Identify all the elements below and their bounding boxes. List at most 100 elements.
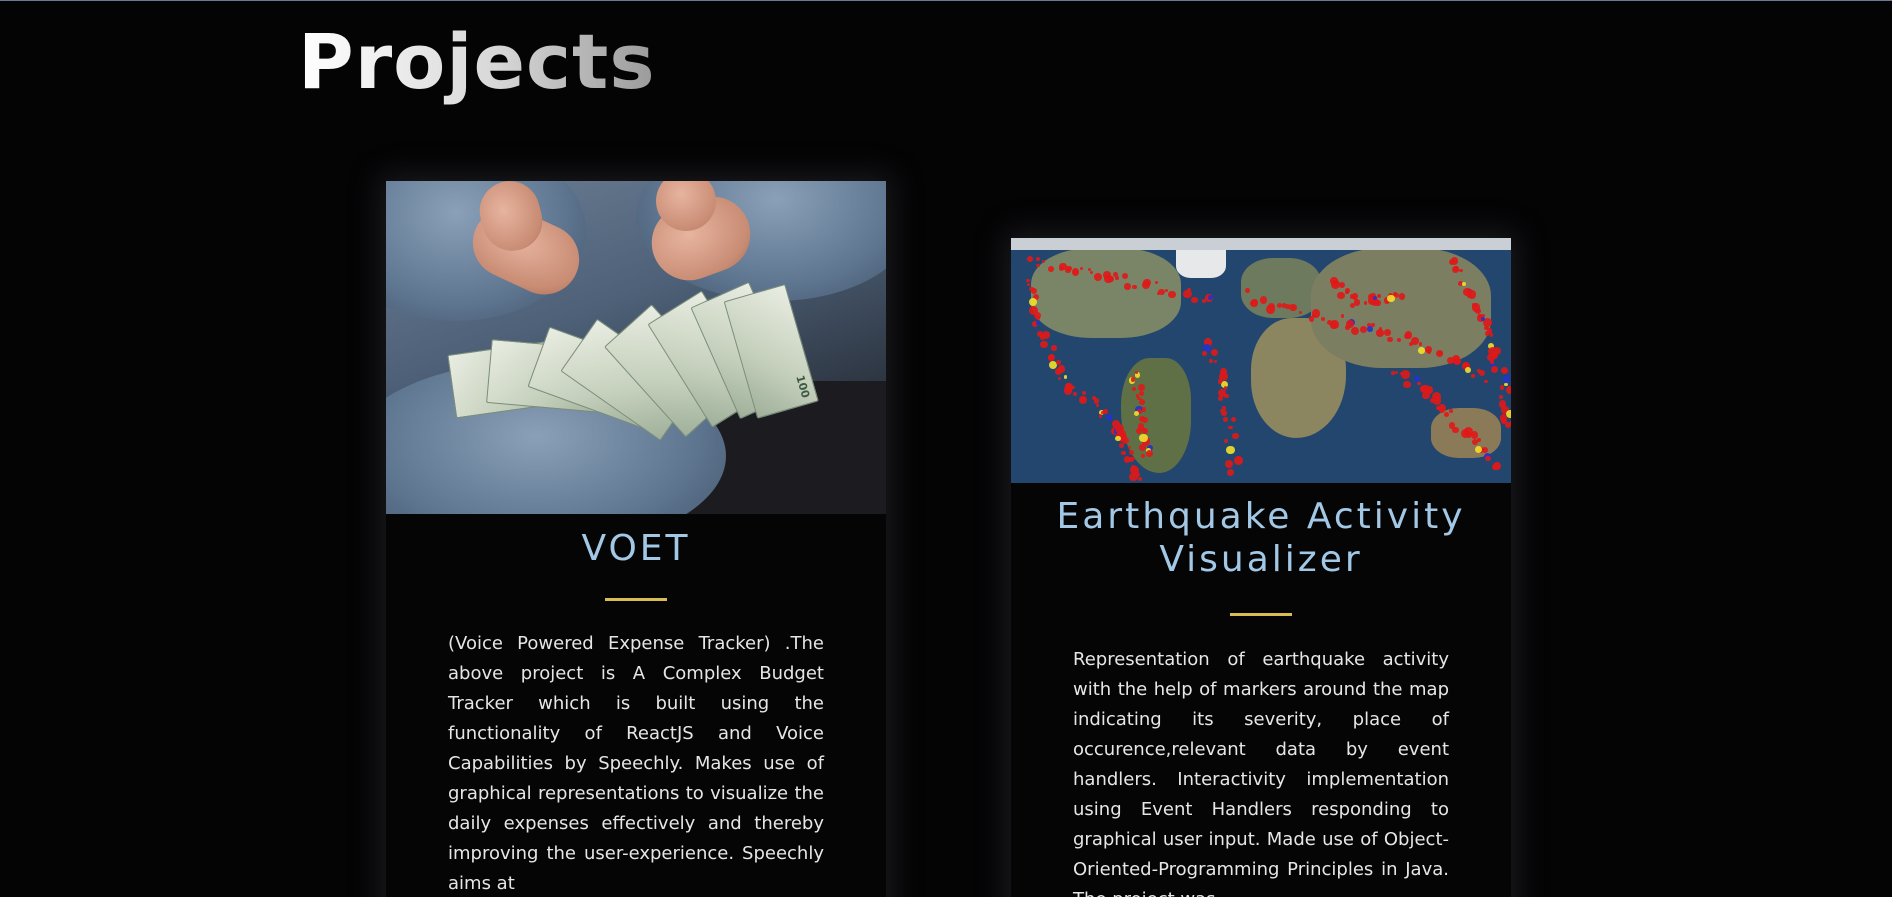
quake-marker — [1065, 267, 1071, 274]
quake-marker — [1121, 450, 1126, 455]
quake-marker — [1479, 370, 1485, 376]
quake-marker — [1395, 371, 1399, 375]
quake-marker — [1349, 302, 1355, 308]
quake-marker — [1499, 385, 1505, 390]
quake-marker — [1141, 407, 1147, 412]
quake-marker — [1124, 283, 1131, 290]
quake-marker — [1339, 281, 1345, 288]
quake-marker — [1026, 255, 1033, 262]
quake-marker — [1089, 270, 1093, 274]
quake-marker — [1201, 350, 1207, 356]
quake-marker — [1055, 367, 1063, 375]
quake-marker — [1450, 257, 1459, 265]
quake-marker — [1484, 379, 1488, 384]
quake-marker — [1051, 345, 1057, 351]
money-photo — [386, 181, 886, 514]
quake-marker — [1063, 375, 1068, 379]
title-divider — [1230, 613, 1292, 616]
quake-marker — [1026, 282, 1031, 287]
project-title: VOET — [581, 528, 691, 569]
quake-marker — [1209, 359, 1213, 363]
quake-marker — [1225, 459, 1234, 468]
projects-page: Projects VOET (Voice Powered Expense Tra… — [0, 0, 1892, 897]
quake-marker — [1506, 409, 1511, 419]
quake-marker — [1466, 293, 1471, 298]
quake-marker — [1484, 326, 1489, 331]
quake-marker — [1072, 391, 1077, 397]
quake-marker — [1095, 403, 1100, 407]
quake-marker — [1139, 444, 1146, 451]
quake-marker — [1048, 265, 1055, 272]
quake-marker — [1490, 365, 1499, 373]
quake-marker — [1229, 425, 1233, 430]
quake-marker — [1251, 298, 1258, 305]
quake-marker — [1465, 366, 1472, 373]
project-card-earthquake-visualizer[interactable]: Earthquake Activity Visualizer Represent… — [1011, 238, 1511, 897]
quake-marker — [1376, 329, 1384, 337]
quake-marker — [1210, 349, 1218, 357]
quake-marker — [1098, 414, 1103, 418]
quake-marker — [1081, 390, 1087, 396]
quake-marker — [1223, 439, 1228, 443]
quake-marker — [1411, 337, 1419, 345]
quake-marker — [1490, 359, 1495, 364]
quake-marker — [1232, 432, 1239, 439]
quake-marker — [1471, 374, 1475, 378]
quake-marker — [1036, 263, 1040, 268]
quake-marker — [1207, 295, 1213, 300]
quake-marker — [1500, 367, 1508, 375]
quake-marker — [1466, 434, 1471, 439]
quake-marker — [1131, 386, 1136, 391]
quake-marker — [1230, 416, 1236, 422]
quake-marker — [1025, 278, 1030, 283]
quake-marker — [1387, 337, 1393, 343]
quake-marker — [1363, 301, 1368, 305]
quake-marker — [1352, 293, 1358, 299]
quake-marker — [1425, 346, 1432, 353]
quake-marker — [1071, 268, 1080, 276]
quake-marker — [1489, 333, 1494, 338]
quake-marker — [1137, 396, 1141, 401]
quake-marker — [1505, 385, 1511, 395]
quake-marker — [1058, 376, 1062, 380]
quake-marker — [1422, 391, 1430, 400]
quake-marker — [1139, 390, 1145, 396]
quake-marker — [1213, 359, 1217, 363]
quake-marker — [1403, 380, 1411, 389]
quake-marker — [1094, 273, 1102, 281]
quake-marker — [1137, 476, 1143, 482]
quake-marker — [1391, 371, 1395, 375]
earthquake-world-map — [1011, 238, 1511, 483]
quake-marker — [1367, 326, 1373, 332]
quake-marker — [1127, 457, 1132, 461]
quake-marker — [1093, 398, 1100, 404]
quake-marker — [1225, 445, 1235, 455]
project-description: (Voice Powered Expense Tracker) .The abo… — [448, 633, 824, 894]
quake-marker — [1136, 427, 1142, 434]
quake-marker — [1140, 454, 1145, 458]
quake-marker — [1133, 410, 1139, 416]
quake-marker — [1392, 292, 1397, 297]
quake-marker — [1377, 294, 1381, 298]
quake-marker — [1036, 321, 1040, 325]
quake-marker — [1502, 375, 1511, 383]
arctic — [1011, 238, 1511, 250]
quake-marker — [1396, 337, 1401, 343]
quake-marker — [1040, 341, 1048, 349]
quake-marker — [1079, 267, 1083, 271]
quake-marker — [1139, 433, 1148, 442]
quake-marker — [1081, 396, 1086, 401]
project-card-voet[interactable]: VOET (Voice Powered Expense Tracker) .Th… — [386, 181, 886, 897]
quake-marker — [1224, 393, 1229, 399]
quake-marker — [1401, 370, 1411, 379]
project-description: Representation of earthquake activity wi… — [1073, 649, 1449, 897]
quake-marker — [1472, 302, 1477, 308]
quake-marker — [1218, 395, 1223, 401]
europe — [1241, 258, 1321, 318]
quake-marker — [1340, 314, 1345, 318]
quake-marker — [1115, 276, 1119, 280]
quake-marker — [1187, 287, 1191, 292]
quake-marker — [1359, 325, 1367, 333]
south-america — [1121, 358, 1191, 473]
quake-marker — [1417, 382, 1421, 386]
